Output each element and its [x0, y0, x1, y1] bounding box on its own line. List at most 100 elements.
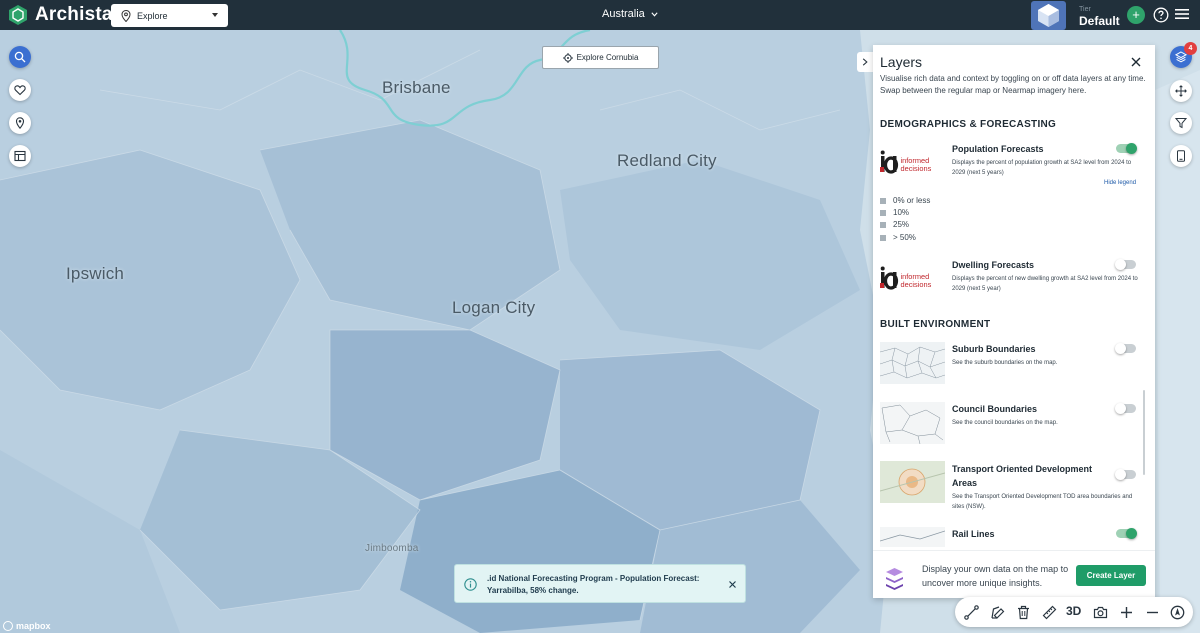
hamburger-menu-icon[interactable]	[1175, 8, 1189, 20]
council-boundaries-thumbnail	[880, 402, 945, 444]
map-label-logan: Logan City	[452, 298, 536, 317]
layers-panel-title: Layers	[880, 54, 923, 70]
legend-swatch	[880, 197, 886, 204]
legend-item: 0% or less	[880, 196, 930, 205]
legend-label: 10%	[893, 208, 910, 217]
screenshot-button[interactable]	[1092, 604, 1108, 620]
trash-icon	[1017, 605, 1029, 619]
camera-icon	[1093, 606, 1107, 618]
toggle-council-boundaries[interactable]	[1115, 403, 1136, 414]
archistar-logo-icon	[9, 5, 27, 25]
section-demographics: Demographics & Forecasting	[880, 119, 1057, 130]
layers-count-badge: 4	[1184, 42, 1197, 55]
app-logo[interactable]: Archistar	[8, 4, 120, 26]
toggle-population-forecasts[interactable]	[1116, 143, 1137, 154]
heart-icon	[14, 85, 26, 96]
layer-desc-council: See the council boundaries on the map.	[952, 420, 1058, 426]
info-icon	[464, 578, 477, 591]
thumb-brand-line2: decisions	[901, 280, 932, 289]
layer-name-dwelling: Dwelling Forecasts	[952, 260, 1035, 270]
layer-desc-population: Displays the percent of population growt…	[952, 160, 1132, 176]
search-icon	[14, 51, 26, 63]
minus-icon	[1146, 611, 1158, 613]
explore-site-label: Explore Cornubia	[576, 53, 639, 62]
delete-button[interactable]	[1015, 604, 1031, 620]
layer-desc-tod: See the Transport Oriented Development T…	[952, 494, 1133, 510]
app-name: Archistar	[35, 4, 121, 25]
draw-line-icon	[963, 604, 979, 620]
layer-name-council: Council Boundaries	[952, 404, 1038, 414]
collapse-panel-button[interactable]	[857, 52, 873, 72]
stacked-layers-icon	[886, 568, 903, 590]
location-button[interactable]	[9, 112, 31, 134]
measure-button[interactable]	[1041, 604, 1057, 620]
custom-layer-promo: Display your own data on the map to unco…	[922, 564, 1069, 588]
toggle-tod-areas[interactable]	[1115, 469, 1136, 480]
layer-name-tod: Transport Oriented Development Areas	[952, 464, 1093, 488]
favourites-button[interactable]	[9, 79, 31, 101]
toggle-dwelling-forecasts[interactable]	[1115, 259, 1136, 270]
table-view-button[interactable]	[9, 145, 31, 167]
map-label-ipswich: Ipswich	[66, 264, 125, 283]
section-built-environment: Built Environment	[880, 319, 991, 330]
help-icon[interactable]	[1153, 7, 1169, 23]
draw-polygon-icon	[990, 605, 1004, 619]
device-button[interactable]	[1170, 145, 1192, 167]
layers-panel: Layers Visualise rich data and context b…	[873, 45, 1155, 598]
move-tool-button[interactable]	[1170, 80, 1192, 102]
tier-avatar[interactable]	[1031, 1, 1066, 30]
suburb-boundaries-thumbnail	[880, 342, 945, 384]
zoom-in-button[interactable]	[1118, 604, 1134, 620]
legend-swatch	[880, 234, 886, 241]
create-layer-button[interactable]: Create Layer	[1076, 565, 1146, 586]
location-pin-icon	[15, 117, 25, 129]
map-label-jimboomba: Jimboomba	[365, 543, 419, 554]
legend-item: > 50%	[880, 233, 916, 242]
tablet-icon	[1177, 150, 1185, 162]
ruler-icon	[1042, 605, 1056, 619]
chevron-down-icon	[651, 11, 658, 17]
move-arrows-icon	[1175, 85, 1187, 97]
region-selector[interactable]: Australia	[602, 8, 658, 20]
mapbox-attribution[interactable]: mapbox	[3, 621, 51, 631]
search-tool-button[interactable]	[9, 46, 31, 68]
crosshair-icon	[562, 52, 573, 63]
filter-button[interactable]	[1170, 112, 1192, 134]
forecast-notification: .id National Forecasting Program - Popul…	[454, 564, 746, 603]
layer-desc-dwelling: Displays the percent of new dwelling gro…	[952, 276, 1138, 292]
hide-legend-link[interactable]: Hide legend	[1104, 180, 1136, 186]
map-pin-icon	[121, 9, 131, 22]
toggle-suburb-boundaries[interactable]	[1115, 343, 1136, 354]
caret-down-icon	[212, 13, 218, 17]
mapbox-label: mapbox	[16, 621, 51, 631]
add-button[interactable]: +	[1127, 6, 1145, 24]
zoom-out-button[interactable]	[1144, 604, 1160, 620]
dwelling-forecasts-thumbnail: informed decisions	[880, 259, 945, 301]
toggle-rail-lines[interactable]	[1116, 528, 1137, 539]
legend-label: > 50%	[893, 233, 916, 242]
explore-site-button[interactable]: Explore Cornubia	[542, 46, 659, 69]
close-icon[interactable]	[1131, 57, 1141, 67]
draw-polygon-button[interactable]	[989, 604, 1005, 620]
legend-swatch	[880, 221, 886, 228]
tier-label: Tier	[1079, 6, 1091, 13]
panel-scrollbar[interactable]	[1143, 390, 1145, 475]
chevron-right-icon	[862, 58, 868, 66]
top-bar: Archistar Explore Australia Tier Default…	[0, 0, 1200, 30]
layer-name-rail: Rail Lines	[952, 529, 995, 539]
plus-icon	[1120, 606, 1132, 618]
tier-value: Default	[1079, 14, 1120, 28]
toggle-3d-button[interactable]: 3D	[1066, 604, 1081, 618]
legend-swatch	[880, 209, 886, 216]
legend-item: 25%	[880, 220, 909, 229]
table-icon	[14, 150, 26, 162]
map-label-redland: Redland City	[617, 151, 717, 170]
legend-label: 25%	[893, 220, 910, 229]
layers-panel-footer: Display your own data on the map to unco…	[873, 550, 1155, 598]
mode-dropdown[interactable]: Explore	[111, 4, 228, 27]
locate-me-button[interactable]	[1169, 604, 1185, 620]
tod-areas-thumbnail	[880, 461, 945, 503]
close-icon[interactable]	[729, 581, 736, 588]
map-toolbar: 3D	[955, 597, 1193, 627]
draw-line-button[interactable]	[963, 604, 979, 620]
